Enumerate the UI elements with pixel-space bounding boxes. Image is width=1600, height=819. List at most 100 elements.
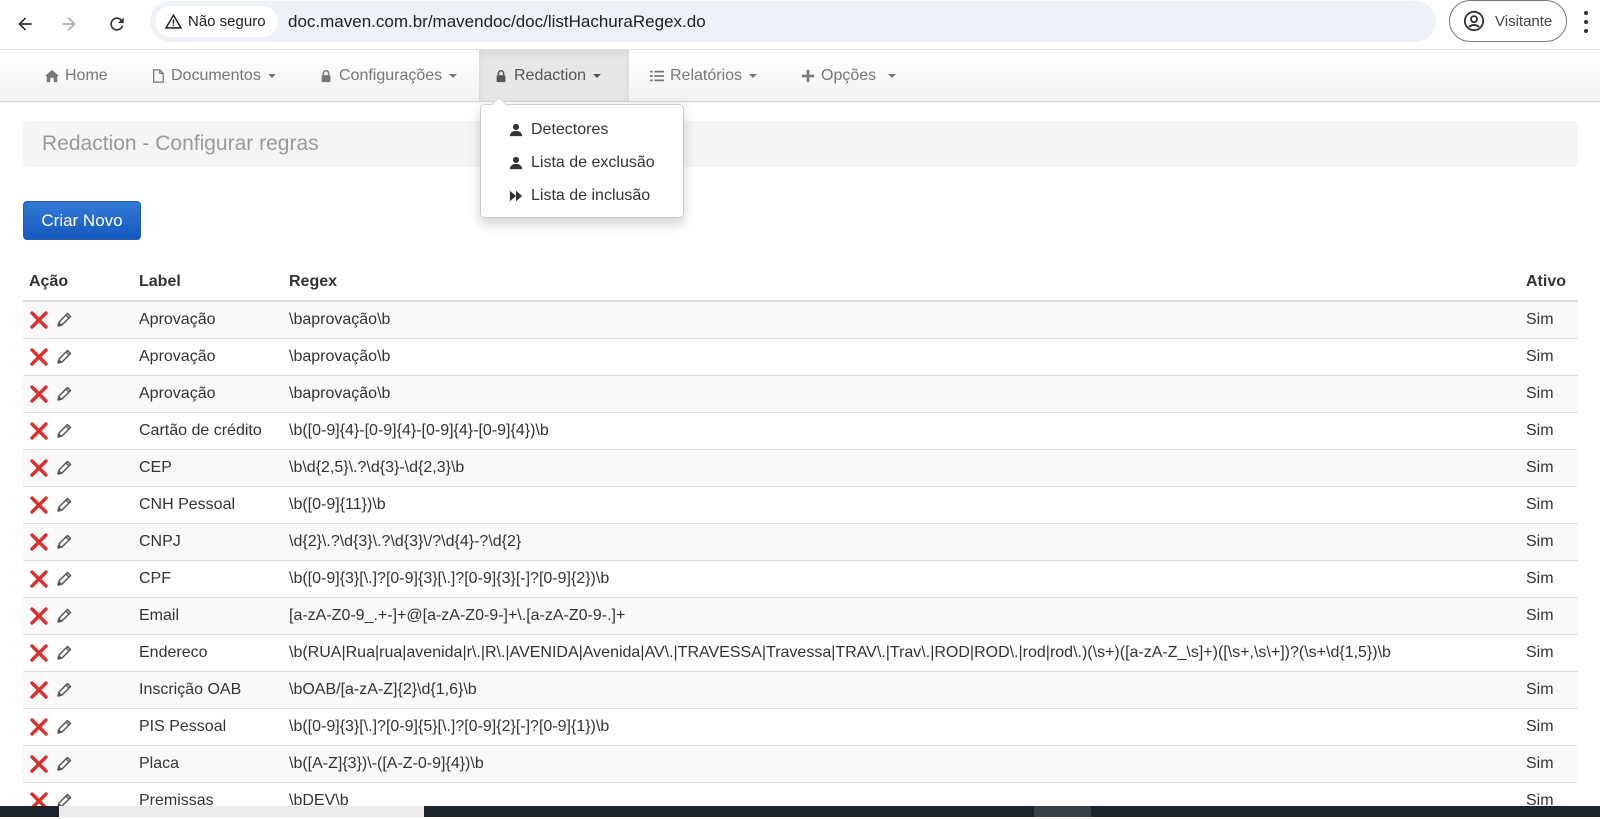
row-label: Email xyxy=(133,596,283,634)
row-actions xyxy=(23,374,133,412)
table-row: Aprovação \baprovação\b Sim xyxy=(23,374,1578,412)
profile-button[interactable]: Visitante xyxy=(1449,0,1567,42)
back-arrow-icon xyxy=(18,17,32,31)
row-label: CPF xyxy=(133,559,283,597)
lock-icon xyxy=(321,69,331,82)
edit-pencil-icon[interactable] xyxy=(55,533,73,551)
table-row: CNH Pessoal \b([0-9]{11})\b Sim xyxy=(23,485,1578,523)
dropdown-item-detectores[interactable]: Detectores xyxy=(481,113,683,146)
edit-pencil-icon[interactable] xyxy=(55,311,73,329)
row-actions xyxy=(23,522,133,560)
table-row: Endereco \b(RUA|Rua|rua|avenida|r\.|R\.|A… xyxy=(23,633,1578,671)
edit-pencil-icon[interactable] xyxy=(55,607,73,625)
row-label: CNPJ xyxy=(133,522,283,560)
delete-icon[interactable] xyxy=(29,569,49,589)
table-row: Aprovação \baprovação\b Sim xyxy=(23,300,1578,338)
nav-opcoes[interactable]: Opções xyxy=(786,50,911,101)
redaction-dropdown: Detectores Lista de exclusão Lista de in… xyxy=(480,97,684,218)
row-regex: \b([0-9]{3}[\.]?[0-9]{5}[\.]?[0-9]{2}[-]… xyxy=(283,707,1520,745)
header-ativo: Ativo xyxy=(1520,263,1578,302)
row-actions xyxy=(23,670,133,708)
table-row: Email [a-zA-Z0-9_.+-]+@[a-zA-Z0-9-]+\.[a-… xyxy=(23,596,1578,634)
row-label: Inscrição OAB xyxy=(133,670,283,708)
delete-icon[interactable] xyxy=(29,495,49,515)
edit-pencil-icon[interactable] xyxy=(55,681,73,699)
delete-icon[interactable] xyxy=(29,310,49,330)
table-row: Placa \b([A-Z]{3})\-([A-Z-0-9]{4})\b Sim xyxy=(23,744,1578,782)
security-label: Não seguro xyxy=(188,13,266,30)
row-ativo: Sim xyxy=(1520,670,1578,708)
row-label: Aprovação xyxy=(133,300,283,338)
edit-pencil-icon[interactable] xyxy=(55,496,73,514)
row-regex: \baprovação\b xyxy=(283,300,1520,338)
delete-icon[interactable] xyxy=(29,643,49,663)
delete-icon[interactable] xyxy=(29,421,49,441)
nav-documentos[interactable]: Documentos xyxy=(136,50,291,101)
row-regex: \b([0-9]{4}-[0-9]{4}-[0-9]{4}-[0-9]{4})\… xyxy=(283,411,1520,449)
row-actions xyxy=(23,485,133,523)
plus-icon xyxy=(801,69,815,82)
edit-pencil-icon[interactable] xyxy=(55,644,73,662)
url-text[interactable]: doc.maven.com.br/mavendoc/doc/listHachur… xyxy=(288,12,706,32)
dropdown-item-label: Lista de exclusão xyxy=(531,153,655,171)
dropdown-item-lista-exclusao[interactable]: Lista de exclusão xyxy=(481,146,683,179)
edit-pencil-icon[interactable] xyxy=(55,422,73,440)
dropdown-item-lista-inclusao[interactable]: Lista de inclusão xyxy=(481,179,683,212)
back-button[interactable] xyxy=(7,6,43,42)
forward-button[interactable] xyxy=(51,6,87,42)
delete-icon[interactable] xyxy=(29,680,49,700)
edit-pencil-icon[interactable] xyxy=(55,385,73,403)
row-actions xyxy=(23,337,133,375)
row-ativo: Sim xyxy=(1520,633,1578,671)
edit-pencil-icon[interactable] xyxy=(55,755,73,773)
row-ativo: Sim xyxy=(1520,485,1578,523)
row-label: Endereco xyxy=(133,633,283,671)
row-ativo: Sim xyxy=(1520,559,1578,597)
delete-icon[interactable] xyxy=(29,384,49,404)
row-label: CEP xyxy=(133,448,283,486)
table-row: Aprovação \baprovação\b Sim xyxy=(23,337,1578,375)
nav-documentos-label: Documentos xyxy=(171,66,261,84)
edit-pencil-icon[interactable] xyxy=(55,718,73,736)
home-icon xyxy=(45,69,59,82)
header-regex: Regex xyxy=(283,263,1520,302)
table-header-row: Ação Label Regex Ativo xyxy=(23,263,1578,302)
dropdown-item-label: Lista de inclusão xyxy=(531,186,651,204)
row-ativo: Sim xyxy=(1520,300,1578,338)
row-label: Aprovação xyxy=(133,337,283,375)
delete-icon[interactable] xyxy=(29,606,49,626)
user-icon xyxy=(509,156,523,169)
delete-icon[interactable] xyxy=(29,347,49,367)
row-regex: \b([0-9]{3}[\.]?[0-9]{3}[\.]?[0-9]{3}[-]… xyxy=(283,559,1520,597)
edit-pencil-icon[interactable] xyxy=(55,459,73,477)
dropdown-item-label: Detectores xyxy=(531,120,609,138)
nav-configuracoes[interactable]: Configurações xyxy=(304,50,472,101)
rules-table: Ação Label Regex Ativo Aprovação \baprova… xyxy=(23,263,1578,819)
browser-menu-button[interactable] xyxy=(1583,11,1589,33)
row-label: Cartão de crédito xyxy=(133,411,283,449)
profile-label: Visitante xyxy=(1495,12,1553,30)
edit-pencil-icon[interactable] xyxy=(55,570,73,588)
header-acao: Ação xyxy=(23,263,133,302)
nav-redaction[interactable]: Redaction xyxy=(479,50,629,101)
delete-icon[interactable] xyxy=(29,458,49,478)
list-icon xyxy=(650,70,664,81)
reload-button[interactable] xyxy=(99,6,135,42)
address-bar[interactable]: Não seguro doc.maven.com.br/mavendoc/doc… xyxy=(150,1,1436,42)
page-header: Redaction - Configurar regras xyxy=(23,121,1578,167)
create-new-button[interactable]: Criar Novo xyxy=(23,201,141,240)
row-label: CNH Pessoal xyxy=(133,485,283,523)
row-regex: [a-zA-Z0-9_.+-]+@[a-zA-Z0-9-]+\.[a-zA-Z0… xyxy=(283,596,1520,634)
security-chip[interactable]: Não seguro xyxy=(155,6,278,37)
delete-icon[interactable] xyxy=(29,532,49,552)
nav-redaction-label: Redaction xyxy=(514,66,587,84)
nav-home[interactable]: Home xyxy=(30,50,123,101)
edit-pencil-icon[interactable] xyxy=(55,348,73,366)
nav-relatorios[interactable]: Relatórios xyxy=(635,50,772,101)
delete-icon[interactable] xyxy=(29,717,49,737)
delete-icon[interactable] xyxy=(29,754,49,774)
row-label: PIS Pessoal xyxy=(133,707,283,745)
taskbar-search-box[interactable] xyxy=(59,806,424,817)
taskbar-active-app[interactable] xyxy=(1034,806,1091,817)
row-regex: \baprovação\b xyxy=(283,374,1520,412)
